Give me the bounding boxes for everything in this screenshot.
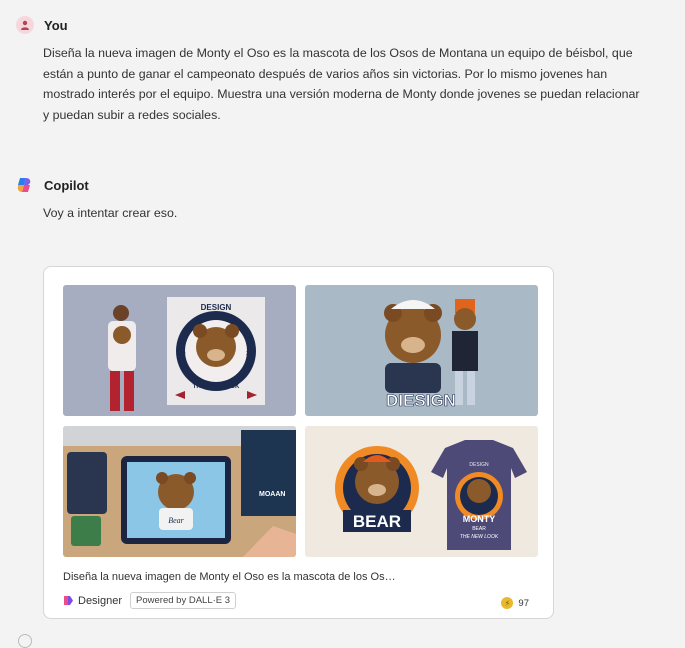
image-1-illustration: DESIGN THE NEW LOOK 19 20: [63, 285, 296, 416]
copilot-sender-name: Copilot: [44, 177, 89, 193]
boost-counter: ⚡ 97: [501, 597, 529, 609]
image-result-card: DESIGN THE NEW LOOK 19 20 DIESIGN Bear M…: [43, 266, 554, 619]
image-1-text-19: 19: [180, 351, 186, 357]
user-avatar-icon: [16, 16, 34, 34]
copilot-message-header: Copilot: [16, 176, 89, 194]
image-1-text-design: DESIGN: [201, 303, 232, 312]
image-4-text-new-look: THE NEW LOOK: [460, 534, 499, 540]
user-sender-name: You: [44, 17, 68, 33]
image-4-text-design: DESIGN: [469, 462, 489, 468]
user-message-text: Diseña la nueva imagen de Monty el Oso e…: [43, 46, 640, 122]
generated-image-4[interactable]: BEAR DESIGN MONTY BEAR THE NEW LOOK: [305, 426, 538, 557]
image-3-illustration: Bear MOAAN: [63, 426, 296, 557]
image-3-text-moaan: MOAAN: [259, 491, 285, 498]
image-1-text-new-look: THE NEW LOOK: [193, 384, 240, 390]
image-1-text-20: 20: [246, 351, 252, 357]
image-4-text-bear-small: BEAR: [472, 526, 486, 532]
designer-logo-icon: [64, 596, 73, 605]
powered-by-badge: Powered by DALL·E 3: [130, 592, 237, 609]
designer-label: Designer: [78, 594, 123, 607]
boost-count: 97: [518, 597, 529, 609]
boost-coin-icon: ⚡: [501, 597, 514, 609]
image-2-illustration: DIESIGN: [305, 285, 538, 416]
image-3-text-bear: Bear: [168, 516, 184, 525]
designer-link[interactable]: Designer: [63, 595, 122, 607]
image-4-text-monty: MONTY: [463, 514, 496, 524]
copilot-logo-icon: [16, 176, 34, 194]
generated-image-2[interactable]: DIESIGN: [305, 285, 538, 416]
image-4-text-bear: BEAR: [353, 512, 401, 531]
user-message-header: You: [16, 16, 68, 34]
image-2-text-diesign: DIESIGN: [386, 391, 456, 410]
generated-image-1[interactable]: DESIGN THE NEW LOOK 19 20: [63, 285, 296, 416]
next-message-avatar: [18, 634, 32, 648]
generated-image-3[interactable]: Bear MOAAN: [63, 426, 296, 557]
card-footer: Designer Powered by DALL·E 3: [63, 592, 237, 609]
image-4-illustration: BEAR DESIGN MONTY BEAR THE NEW LOOK: [305, 426, 538, 557]
copilot-message-text: Voy a intentar crear eso.: [43, 206, 178, 220]
image-caption: Diseña la nueva imagen de Monty el Oso e…: [63, 571, 396, 583]
